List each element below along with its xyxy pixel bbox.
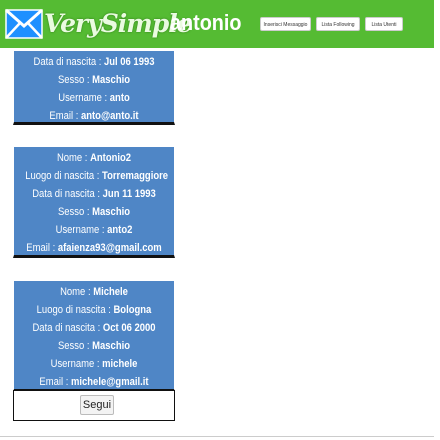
- sex-line: Sesso : Maschio: [57, 206, 131, 218]
- user-card: Data di nascita : Jul 06 1993 Sesso : Ma…: [13, 50, 175, 125]
- username-line: Username : anto: [58, 92, 130, 104]
- user-card: Nome : Michele Luogo di nascita : Bologn…: [13, 280, 175, 392]
- email-line: Email : anto@anto.it: [49, 110, 139, 122]
- email-line: Email : michele@gmail.it: [39, 376, 149, 388]
- birth-date-line: Data di nascita : Jun 11 1993: [32, 188, 156, 200]
- following-list-button[interactable]: Lista Following: [316, 17, 360, 31]
- sex-line: Sesso : Maschio: [57, 340, 131, 352]
- page-edge: [434, 0, 440, 440]
- users-list-button[interactable]: Lista Utenti: [365, 17, 403, 31]
- email-line: Email : afaienza93@gmail.com: [26, 242, 162, 254]
- envelope-logo-icon: [5, 8, 43, 39]
- birth-date-line: Data di nascita : Oct 06 2000: [32, 322, 156, 334]
- name-line: Nome : Antonio2: [56, 152, 132, 164]
- next-button[interactable]: Segui: [80, 395, 114, 415]
- birth-date-line: Data di nascita : Jul 06 1993: [33, 56, 155, 68]
- insert-message-button[interactable]: Inserisci Messaggio: [260, 17, 311, 31]
- user-card: Nome : Antonio2 Luogo di nascita : Torre…: [13, 146, 175, 258]
- birthplace-line: Luogo di nascita : Bologna: [36, 304, 152, 316]
- top-bar: VerySimple antonio Inserisci Messaggio L…: [0, 0, 434, 48]
- current-username: antonio: [170, 10, 242, 35]
- pagination-box: Segui: [13, 390, 175, 421]
- footer-divider: [0, 436, 434, 437]
- birthplace-line: Luogo di nascita : Torremaggiore: [25, 170, 169, 182]
- sex-line: Sesso : Maschio: [57, 74, 131, 86]
- name-line: Nome : Michele: [60, 286, 128, 298]
- username-line: Username : anto2: [55, 224, 133, 236]
- username-line: Username : michele: [50, 358, 138, 370]
